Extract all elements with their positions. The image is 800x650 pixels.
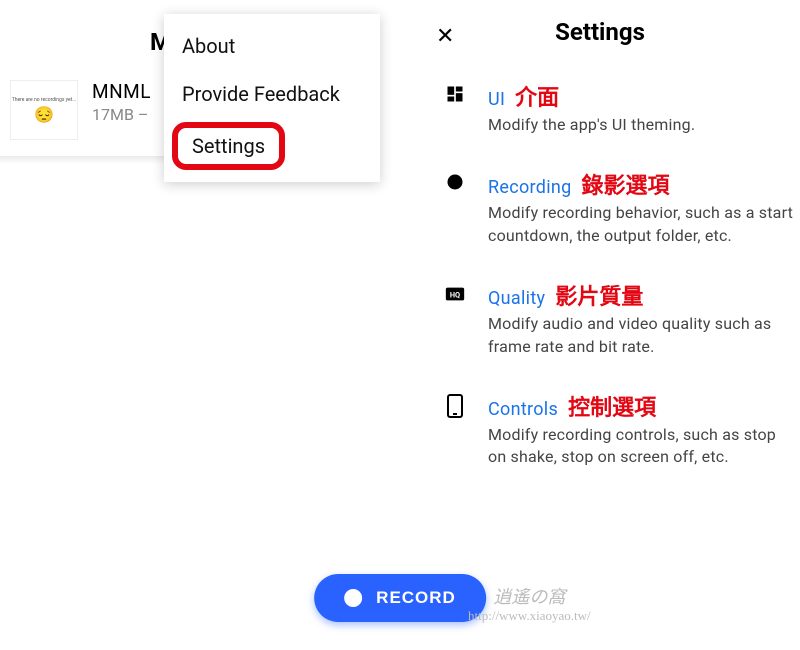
watermark: 逍遙の窩 http://www.xiaoyao.tw/ (468, 587, 591, 624)
section-title: Quality (488, 288, 545, 309)
record-icon (440, 172, 470, 192)
recording-list-item[interactable]: There are no recordings yet... 😔 MNML 17… (10, 80, 151, 140)
settings-section-ui[interactable]: UI 介面 Modify the app's UI theming. (400, 64, 800, 152)
record-button-label: RECORD (376, 588, 456, 608)
recording-thumbnail: There are no recordings yet... 😔 (10, 80, 78, 140)
section-description: Modify recording controls, such as stop … (488, 424, 794, 469)
section-title: UI (488, 89, 505, 110)
settings-header: ✕ Settings (400, 0, 800, 64)
recording-size: 17MB – (92, 105, 151, 124)
section-description: Modify the app's UI theming. (488, 114, 794, 136)
settings-title: Settings (555, 18, 645, 46)
section-description: Modify audio and video quality such as f… (488, 313, 794, 358)
section-annotation: 控制選項 (568, 390, 656, 422)
hq-icon: HQ (440, 283, 470, 305)
record-dot-icon (344, 589, 362, 607)
phone-icon (440, 394, 470, 418)
svg-text:HQ: HQ (450, 291, 460, 300)
overflow-menu: About Provide Feedback Settings (164, 14, 380, 182)
settings-section-controls[interactable]: Controls 控制選項 Modify recording controls,… (400, 374, 800, 485)
section-title: Recording (488, 177, 572, 198)
settings-section-quality[interactable]: HQ Quality 影片質量 Modify audio and video q… (400, 263, 800, 374)
menu-item-settings[interactable]: Settings (172, 122, 285, 170)
sad-emoji-icon: 😔 (34, 105, 54, 124)
close-icon[interactable]: ✕ (436, 24, 454, 49)
list-divider (0, 156, 176, 164)
left-screenshot: M There are no recordings yet... 😔 MNML … (0, 0, 400, 650)
settings-section-recording[interactable]: Recording 錄影選項 Modify recording behavior… (400, 152, 800, 263)
section-title: Controls (488, 399, 558, 420)
menu-item-feedback[interactable]: Provide Feedback (164, 70, 380, 118)
section-annotation: 介面 (515, 80, 559, 112)
section-annotation: 錄影選項 (582, 168, 670, 200)
menu-item-settings-highlight: Settings (164, 118, 380, 174)
right-screenshot: ✕ Settings UI 介面 Modify the app's UI the… (400, 0, 800, 650)
dashboard-icon (440, 84, 470, 104)
menu-item-about[interactable]: About (164, 22, 380, 70)
section-description: Modify recording behavior, such as a sta… (488, 202, 794, 247)
record-button[interactable]: RECORD (314, 574, 486, 622)
recording-name: MNML (92, 80, 151, 103)
section-annotation: 影片質量 (555, 279, 643, 311)
